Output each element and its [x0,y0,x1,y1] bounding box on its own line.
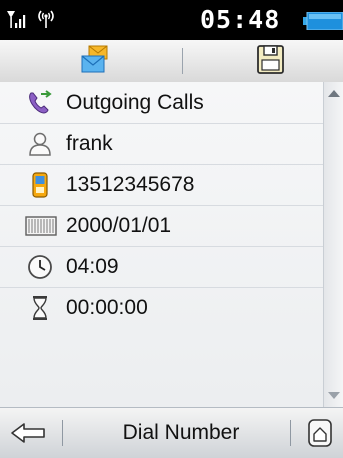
call-type-row[interactable]: Outgoing Calls [0,82,323,124]
call-date-text: 2000/01/01 [66,214,172,237]
status-time: 05:48 [200,5,281,34]
hourglass-icon [33,296,47,320]
call-details-list: Outgoing Calls frank 13512345678 2000/01… [0,82,323,407]
toolbar-divider [182,48,183,74]
outgoing-call-icon [29,90,52,114]
phone-number-text: 13512345678 [66,173,195,196]
softkey-divider-left [62,420,63,446]
back-arrow-icon[interactable] [8,418,56,448]
mobile-phone-icon [32,172,48,198]
person-icon [29,132,51,156]
contact-name-row[interactable]: frank [0,123,323,165]
clock-icon [28,255,52,279]
call-time-row[interactable]: 04:09 [0,246,323,288]
contact-name-text: frank [66,132,113,155]
toolbar [0,40,343,83]
status-bar: 05:48 [0,0,343,40]
calendar-icon [25,216,57,236]
antenna-icon [38,10,54,28]
signal-strength-icon [7,11,26,28]
dial-number-button[interactable]: Dial Number [86,408,276,458]
scrollbar[interactable] [323,82,343,407]
battery-icon [303,12,343,30]
call-duration-text: 00:00:00 [66,296,148,319]
call-duration-row[interactable]: 00:00:00 [0,287,323,328]
phone-number-row[interactable]: 13512345678 [0,164,323,206]
scroll-down-arrow-icon[interactable] [326,388,342,402]
softkey-bar: Dial Number [0,407,343,458]
call-type-text: Outgoing Calls [66,91,204,114]
scroll-up-arrow-icon[interactable] [326,86,342,100]
call-time-text: 04:09 [66,255,119,278]
softkey-divider-right [290,420,291,446]
call-date-row[interactable]: 2000/01/01 [0,205,323,247]
save-floppy-icon[interactable] [254,44,288,76]
home-icon[interactable] [306,418,334,448]
message-icon[interactable] [79,44,113,76]
